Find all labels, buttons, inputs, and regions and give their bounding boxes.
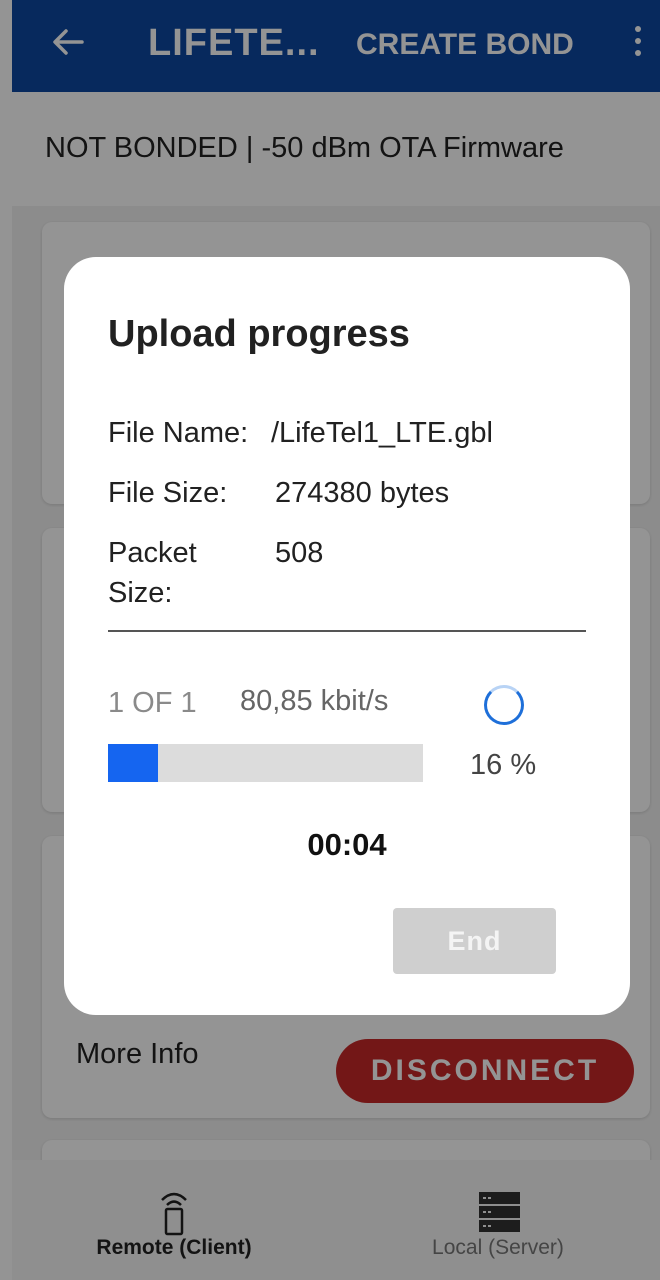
file-size-label: File Size: [108,477,228,509]
file-count: 1 OF 1 [108,687,197,719]
progress-fill [108,744,159,782]
file-name-label: File Name: [108,417,249,449]
progress-percent: 16 % [470,749,537,781]
file-size-value: 274380 bytes [275,477,450,509]
elapsed-timer: 00:04 [307,827,387,862]
end-button[interactable]: End [393,908,556,974]
loading-spinner-icon [484,685,524,725]
packet-size-value: 508 [275,537,324,569]
packet-size-label: Packet Size: [108,537,197,609]
transfer-speed: 80,85 kbit/s [240,685,389,717]
divider [108,630,586,632]
dialog-title: Upload progress [108,313,410,355]
upload-progress-dialog: Upload progress File Name: /LifeTel1_LTE… [64,257,630,1015]
progress-bar [108,744,423,782]
file-name-value: /LifeTel1_LTE.gbl [271,417,493,449]
